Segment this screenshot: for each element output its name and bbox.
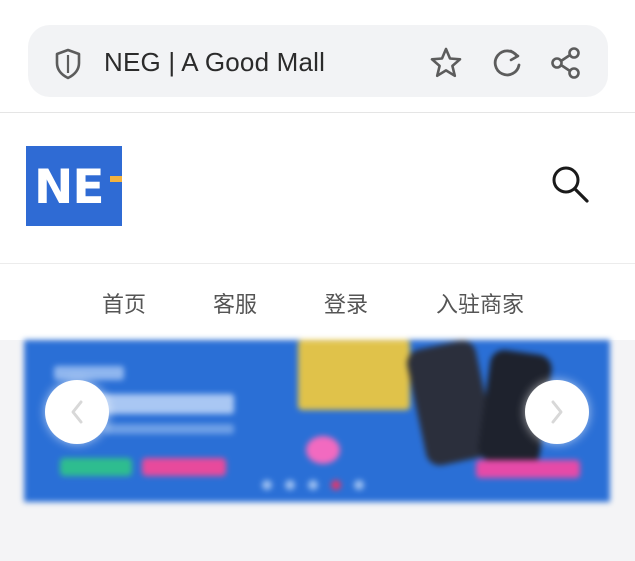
banner-pink-tag [142,458,226,476]
logo-accent-bar [110,176,122,182]
carousel-next-button[interactable] [525,380,589,444]
banner-product-image [298,340,410,410]
banner-heart-graphic [306,436,340,464]
nav-item-customer-service[interactable]: 客服 [213,287,257,319]
search-icon[interactable] [548,162,592,206]
carousel-dot[interactable] [354,480,364,490]
star-icon[interactable] [428,45,464,81]
logo-text: NE [34,160,104,215]
carousel-dot[interactable] [285,480,295,490]
share-icon[interactable] [548,45,584,81]
carousel-dot[interactable] [262,480,272,490]
chevron-left-icon [71,400,83,424]
carousel-prev-button[interactable] [45,380,109,444]
nav-item-merchant-join[interactable]: 入驻商家 [436,287,524,319]
nav-item-login[interactable]: 登录 [324,287,368,319]
banner-blurred-subtext [104,424,234,434]
promo-banner[interactable] [24,340,610,502]
site-logo[interactable]: NE [26,146,122,226]
refresh-icon[interactable] [489,45,525,81]
carousel-dot[interactable] [331,480,341,490]
banner-cta-tag [476,460,580,478]
banner-blurred-text [54,366,124,380]
shield-icon[interactable] [54,48,82,80]
nav-item-home[interactable]: 首页 [102,287,146,319]
carousel-dot[interactable] [308,480,318,490]
chevron-right-icon [551,400,563,424]
page-title-url[interactable]: NEG | A Good Mall [104,47,325,78]
banner-green-tag [60,458,132,476]
toolbar-divider [0,112,635,113]
main-nav [0,264,635,340]
